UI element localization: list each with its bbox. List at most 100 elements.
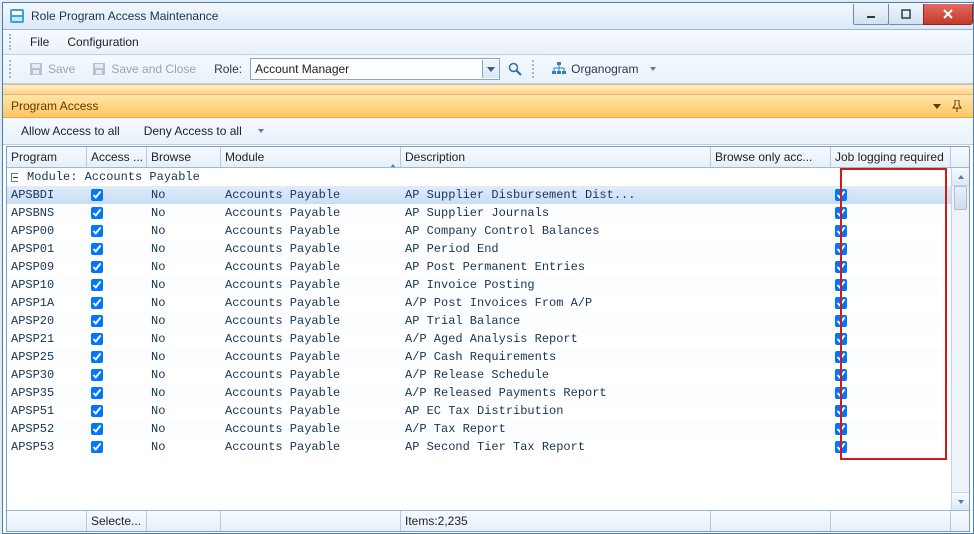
window-minimize-button[interactable] bbox=[853, 4, 889, 25]
access-checkbox[interactable] bbox=[91, 315, 103, 327]
access-checkbox[interactable] bbox=[91, 189, 103, 201]
cell-job-logging[interactable] bbox=[831, 366, 951, 384]
joblog-checkbox[interactable] bbox=[835, 297, 847, 309]
cell-access[interactable] bbox=[87, 384, 147, 402]
table-row[interactable]: APSP21NoAccounts PayableA/P Aged Analysi… bbox=[7, 330, 969, 348]
col-description[interactable]: Description bbox=[401, 147, 711, 167]
cell-job-logging[interactable] bbox=[831, 312, 951, 330]
toolbar-grip-icon-2[interactable] bbox=[532, 60, 539, 78]
access-checkbox[interactable] bbox=[91, 333, 103, 345]
window-close-button[interactable] bbox=[923, 4, 973, 25]
cell-access[interactable] bbox=[87, 402, 147, 420]
table-row[interactable]: APSP20NoAccounts PayableAP Trial Balance bbox=[7, 312, 969, 330]
col-job-logging[interactable]: Job logging required bbox=[831, 147, 951, 167]
table-row[interactable]: APSBDINoAccounts PayableAP Supplier Disb… bbox=[7, 186, 969, 204]
table-row[interactable]: APSP25NoAccounts PayableA/P Cash Require… bbox=[7, 348, 969, 366]
cell-job-logging[interactable] bbox=[831, 204, 951, 222]
cell-job-logging[interactable] bbox=[831, 402, 951, 420]
scroll-thumb[interactable] bbox=[954, 186, 967, 210]
cell-access[interactable] bbox=[87, 258, 147, 276]
toolbar-grip-icon[interactable] bbox=[9, 60, 16, 78]
col-program[interactable]: Program bbox=[7, 147, 87, 167]
access-dropdown-icon[interactable] bbox=[256, 122, 266, 140]
panel-pin-icon[interactable] bbox=[949, 98, 965, 114]
deny-access-all-button[interactable]: Deny Access to all bbox=[134, 121, 252, 141]
table-row[interactable]: APSP00NoAccounts PayableAP Company Contr… bbox=[7, 222, 969, 240]
panel-menu-icon[interactable] bbox=[929, 98, 945, 114]
cell-job-logging[interactable] bbox=[831, 240, 951, 258]
cell-access[interactable] bbox=[87, 420, 147, 438]
save-and-close-button[interactable]: Save and Close bbox=[85, 59, 202, 79]
vertical-scrollbar[interactable] bbox=[951, 168, 969, 510]
joblog-checkbox[interactable] bbox=[835, 333, 847, 345]
joblog-checkbox[interactable] bbox=[835, 441, 847, 453]
table-row[interactable]: APSP53NoAccounts PayableAP Second Tier T… bbox=[7, 438, 969, 456]
col-browse-only[interactable]: Browse only acc... bbox=[711, 147, 831, 167]
titlebar[interactable]: Role Program Access Maintenance bbox=[3, 3, 973, 30]
joblog-checkbox[interactable] bbox=[835, 387, 847, 399]
cell-access[interactable] bbox=[87, 348, 147, 366]
table-row[interactable]: APSP01NoAccounts PayableAP Period End bbox=[7, 240, 969, 258]
access-checkbox[interactable] bbox=[91, 405, 103, 417]
cell-access[interactable] bbox=[87, 240, 147, 258]
window-maximize-button[interactable] bbox=[888, 4, 924, 25]
access-checkbox[interactable] bbox=[91, 225, 103, 237]
scroll-track[interactable] bbox=[952, 186, 969, 492]
col-browse[interactable]: Browse bbox=[147, 147, 221, 167]
cell-access[interactable] bbox=[87, 222, 147, 240]
access-checkbox[interactable] bbox=[91, 423, 103, 435]
table-row[interactable]: APSP09NoAccounts PayableAP Post Permanen… bbox=[7, 258, 969, 276]
cell-job-logging[interactable] bbox=[831, 330, 951, 348]
joblog-checkbox[interactable] bbox=[835, 243, 847, 255]
access-checkbox[interactable] bbox=[91, 297, 103, 309]
cell-access[interactable] bbox=[87, 438, 147, 456]
table-row[interactable]: APSBNSNoAccounts PayableAP Supplier Jour… bbox=[7, 204, 969, 222]
cell-job-logging[interactable] bbox=[831, 294, 951, 312]
cell-job-logging[interactable] bbox=[831, 438, 951, 456]
access-checkbox[interactable] bbox=[91, 279, 103, 291]
joblog-checkbox[interactable] bbox=[835, 279, 847, 291]
table-row[interactable]: APSP52NoAccounts PayableA/P Tax Report bbox=[7, 420, 969, 438]
cell-job-logging[interactable] bbox=[831, 348, 951, 366]
access-checkbox[interactable] bbox=[91, 351, 103, 363]
scroll-down-icon[interactable] bbox=[952, 492, 969, 510]
cell-job-logging[interactable] bbox=[831, 222, 951, 240]
cell-access[interactable] bbox=[87, 186, 147, 204]
table-row[interactable]: APSP35NoAccounts PayableA/P Released Pay… bbox=[7, 384, 969, 402]
table-row[interactable]: APSP1ANoAccounts PayableA/P Post Invoice… bbox=[7, 294, 969, 312]
access-checkbox[interactable] bbox=[91, 207, 103, 219]
table-row[interactable]: APSP30NoAccounts PayableA/P Release Sche… bbox=[7, 366, 969, 384]
menu-configuration[interactable]: Configuration bbox=[59, 33, 146, 51]
menu-grip-icon[interactable] bbox=[9, 34, 16, 50]
role-select-dropdown-icon[interactable] bbox=[482, 60, 499, 78]
menu-file[interactable]: File bbox=[22, 33, 57, 51]
cell-access[interactable] bbox=[87, 204, 147, 222]
access-checkbox[interactable] bbox=[91, 441, 103, 453]
joblog-checkbox[interactable] bbox=[835, 405, 847, 417]
joblog-checkbox[interactable] bbox=[835, 225, 847, 237]
save-button[interactable]: Save bbox=[22, 59, 81, 79]
cell-access[interactable] bbox=[87, 294, 147, 312]
access-checkbox[interactable] bbox=[91, 369, 103, 381]
joblog-checkbox[interactable] bbox=[835, 189, 847, 201]
cell-access[interactable] bbox=[87, 276, 147, 294]
joblog-checkbox[interactable] bbox=[835, 369, 847, 381]
table-row[interactable]: APSP51NoAccounts PayableAP EC Tax Distri… bbox=[7, 402, 969, 420]
program-access-panel-header[interactable]: Program Access bbox=[3, 95, 973, 118]
col-module[interactable]: Module bbox=[221, 147, 401, 167]
cell-job-logging[interactable] bbox=[831, 420, 951, 438]
col-access[interactable]: Access ... bbox=[87, 147, 147, 167]
joblog-checkbox[interactable] bbox=[835, 315, 847, 327]
joblog-checkbox[interactable] bbox=[835, 423, 847, 435]
organogram-dropdown-icon[interactable] bbox=[648, 60, 658, 78]
cell-job-logging[interactable] bbox=[831, 186, 951, 204]
access-checkbox[interactable] bbox=[91, 387, 103, 399]
access-checkbox[interactable] bbox=[91, 243, 103, 255]
access-checkbox[interactable] bbox=[91, 261, 103, 273]
role-select[interactable]: Account Manager bbox=[250, 58, 500, 80]
cell-access[interactable] bbox=[87, 312, 147, 330]
cell-job-logging[interactable] bbox=[831, 276, 951, 294]
cell-job-logging[interactable] bbox=[831, 384, 951, 402]
cell-job-logging[interactable] bbox=[831, 258, 951, 276]
allow-access-all-button[interactable]: Allow Access to all bbox=[11, 121, 130, 141]
